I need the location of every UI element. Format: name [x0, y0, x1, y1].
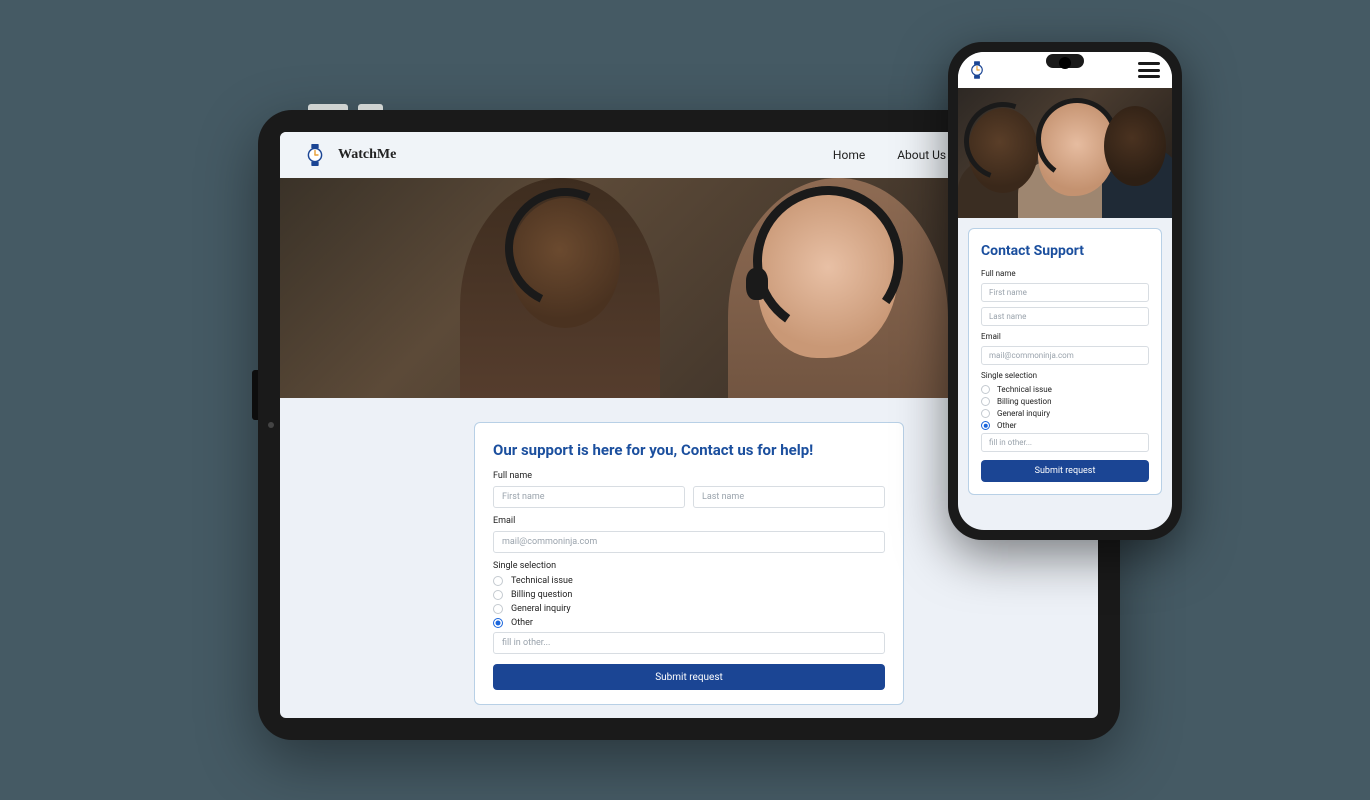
email-input[interactable]: mail@commoninja.com: [493, 531, 885, 553]
email-placeholder: mail@commoninja.com: [502, 537, 597, 547]
phone-radio-other[interactable]: Other: [981, 421, 1149, 430]
radio-icon[interactable]: [493, 618, 503, 628]
tablet-camera-dot: [268, 422, 274, 428]
watch-logo-icon: [306, 144, 324, 166]
last-name-input[interactable]: Last name: [693, 486, 885, 508]
phone-device-frame: Contact Support Full name First name Las…: [948, 42, 1182, 540]
phone-other-text-input[interactable]: fill in other...: [981, 433, 1149, 452]
radio-general[interactable]: General inquiry: [493, 604, 885, 614]
brand[interactable]: WatchMe: [306, 144, 396, 166]
phone-last-name-placeholder: Last name: [989, 312, 1026, 321]
other-placeholder: fill in other...: [502, 638, 550, 648]
radio-other[interactable]: Other: [493, 618, 885, 628]
phone-camera-icon: [1059, 57, 1071, 69]
watch-logo-icon[interactable]: [970, 61, 984, 79]
tablet-side-button: [252, 370, 258, 420]
first-name-placeholder: First name: [502, 492, 545, 502]
phone-first-name-input[interactable]: First name: [981, 283, 1149, 302]
radio-label: Technical issue: [511, 576, 573, 586]
nav-about[interactable]: About Us: [897, 148, 946, 162]
radio-icon[interactable]: [981, 409, 990, 418]
nav-home[interactable]: Home: [833, 148, 865, 162]
phone-contact-form-card: Contact Support Full name First name Las…: [968, 228, 1162, 495]
radio-label: Technical issue: [997, 385, 1052, 394]
radio-icon[interactable]: [493, 604, 503, 614]
phone-hero-image: [958, 88, 1172, 218]
tablet-top-button-2: [358, 104, 383, 110]
phone-topbar: [958, 52, 1172, 88]
phone-submit-label: Submit request: [1035, 466, 1096, 476]
radio-label: General inquiry: [511, 604, 571, 614]
single-selection-label: Single selection: [493, 561, 885, 571]
first-name-input[interactable]: First name: [493, 486, 685, 508]
radio-label: Billing question: [997, 397, 1052, 406]
radio-label: Other: [511, 618, 533, 628]
contact-form-card: Our support is here for you, Contact us …: [474, 422, 904, 705]
form-title: Our support is here for you, Contact us …: [493, 441, 885, 459]
phone-email-input[interactable]: mail@commoninja.com: [981, 346, 1149, 365]
other-text-input[interactable]: fill in other...: [493, 632, 885, 654]
radio-icon[interactable]: [981, 397, 990, 406]
radio-label: Billing question: [511, 590, 572, 600]
radio-icon[interactable]: [981, 421, 990, 430]
last-name-placeholder: Last name: [702, 492, 744, 502]
phone-full-name-label: Full name: [981, 269, 1149, 278]
full-name-label: Full name: [493, 471, 885, 481]
phone-radio-technical[interactable]: Technical issue: [981, 385, 1149, 394]
radio-icon[interactable]: [493, 590, 503, 600]
radio-billing[interactable]: Billing question: [493, 590, 885, 600]
phone-screen: Contact Support Full name First name Las…: [958, 52, 1172, 530]
radio-label: General inquiry: [997, 409, 1050, 418]
radio-icon[interactable]: [981, 385, 990, 394]
tablet-top-button-1: [308, 104, 348, 110]
phone-single-selection-label: Single selection: [981, 371, 1149, 380]
phone-other-placeholder: fill in other...: [989, 438, 1032, 447]
email-label: Email: [493, 516, 885, 526]
phone-radio-general[interactable]: General inquiry: [981, 409, 1149, 418]
phone-email-label: Email: [981, 332, 1149, 341]
brand-name: WatchMe: [338, 147, 396, 163]
radio-label: Other: [997, 421, 1016, 430]
phone-first-name-placeholder: First name: [989, 288, 1027, 297]
phone-radio-billing[interactable]: Billing question: [981, 397, 1149, 406]
phone-form-title: Contact Support: [981, 243, 1149, 259]
submit-button[interactable]: Submit request: [493, 664, 885, 690]
radio-technical[interactable]: Technical issue: [493, 576, 885, 586]
phone-submit-button[interactable]: Submit request: [981, 460, 1149, 482]
submit-label: Submit request: [655, 672, 723, 683]
phone-last-name-input[interactable]: Last name: [981, 307, 1149, 326]
phone-email-placeholder: mail@commoninja.com: [989, 351, 1074, 360]
radio-icon[interactable]: [493, 576, 503, 586]
phone-notch: [1046, 54, 1084, 68]
hamburger-menu-icon[interactable]: [1138, 62, 1160, 78]
